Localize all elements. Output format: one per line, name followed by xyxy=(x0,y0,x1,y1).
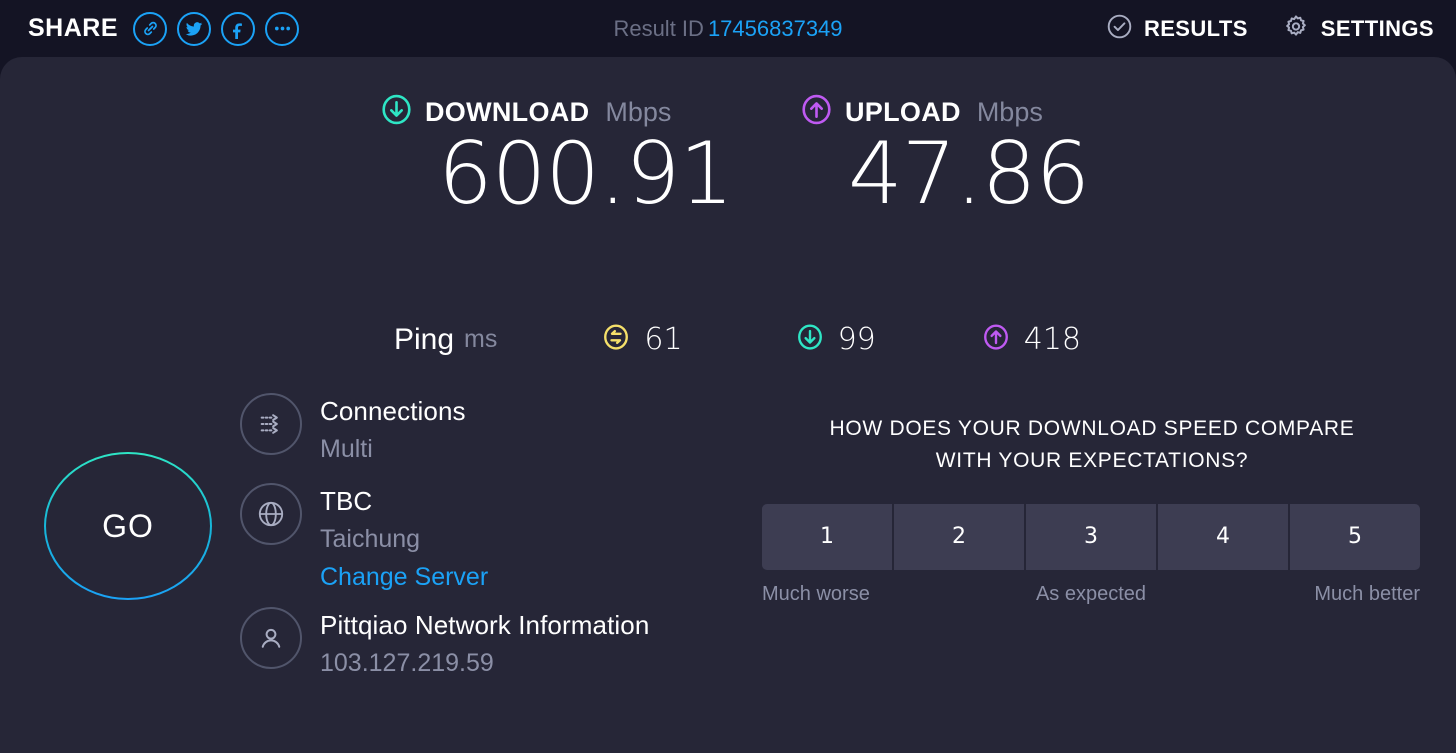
upload-value: 47.86 xyxy=(848,124,1090,224)
download-title: DOWNLOAD xyxy=(425,96,590,127)
upload-arrow-icon xyxy=(800,93,833,131)
results-button[interactable]: RESULTS xyxy=(1106,13,1248,45)
download-value: 600.91 xyxy=(438,124,734,224)
connections-row: Connections Multi xyxy=(240,391,710,467)
ping-idle: 61 xyxy=(601,322,683,357)
twitter-icon[interactable] xyxy=(177,11,212,46)
server-text: TBC Taichung Change Server xyxy=(320,481,488,595)
share-group: SHARE xyxy=(28,11,300,46)
rating-option-2[interactable]: 2 xyxy=(894,503,1026,570)
rating-bar: 1 2 3 4 5 xyxy=(762,503,1420,570)
provider-name: Pittqiao Network Information xyxy=(320,610,650,641)
upload-title: UPLOAD xyxy=(845,96,961,127)
ping-upload-value: 418 xyxy=(1023,322,1082,357)
expectation-survey: HOW DOES YOUR DOWNLOAD SPEED COMPARE WIT… xyxy=(762,413,1422,606)
share-label: SHARE xyxy=(28,14,119,42)
check-circle-icon xyxy=(1106,13,1133,45)
ping-upload: 418 xyxy=(981,322,1081,357)
ping-download-value: 99 xyxy=(837,322,876,357)
rating-legend: Much worse As expected Much better xyxy=(762,583,1420,606)
rating-legend-expected: As expected xyxy=(1035,582,1147,605)
download-block: DOWNLOAD Mbps 600.91 xyxy=(380,93,800,219)
person-icon xyxy=(240,607,302,670)
connections-value: Multi xyxy=(320,434,373,463)
result-id-label: Result ID xyxy=(613,15,704,41)
survey-question: HOW DOES YOUR DOWNLOAD SPEED COMPARE WIT… xyxy=(762,413,1422,477)
go-button[interactable]: GO xyxy=(44,452,212,600)
link-icon[interactable] xyxy=(133,11,168,46)
result-id-value[interactable]: 17456837349 xyxy=(708,16,843,41)
results-panel: DOWNLOAD Mbps 600.91 UPLOAD Mbps 47.86 P… xyxy=(0,57,1456,753)
rating-option-1[interactable]: 1 xyxy=(762,503,894,570)
connection-info-list: Connections Multi TBC Taichung Change Se… xyxy=(240,391,710,688)
server-location: Taichung xyxy=(320,525,421,554)
rating-option-3[interactable]: 3 xyxy=(1026,503,1158,570)
results-label: RESULTS xyxy=(1143,15,1248,41)
change-server-link[interactable]: Change Server xyxy=(320,560,488,596)
more-options-icon[interactable] xyxy=(265,11,300,46)
provider-row: Pittqiao Network Information 103.127.219… xyxy=(240,605,710,681)
provider-text: Pittqiao Network Information 103.127.219… xyxy=(320,605,649,681)
gear-icon xyxy=(1282,12,1310,45)
multi-connection-icon xyxy=(240,393,302,455)
rating-option-4[interactable]: 4 xyxy=(1158,503,1290,570)
download-latency-icon xyxy=(795,322,825,357)
server-row: TBC Taichung Change Server xyxy=(240,481,710,595)
download-arrow-icon xyxy=(380,93,413,131)
app-header: SHARE Result ID 17456837349 RESULTS SETT… xyxy=(0,0,1456,57)
upload-block: UPLOAD Mbps 47.86 xyxy=(800,93,1120,219)
ping-unit: ms xyxy=(464,325,498,353)
ping-download: 99 xyxy=(795,322,876,357)
speed-readouts: DOWNLOAD Mbps 600.91 UPLOAD Mbps 47.86 xyxy=(0,93,1120,219)
ping-label: Ping xyxy=(394,322,455,356)
settings-label: SETTINGS xyxy=(1320,15,1434,41)
provider-ip: 103.127.219.59 xyxy=(320,649,494,678)
ping-row: Ping ms 61 99 418 xyxy=(394,322,1081,357)
connections-title: Connections xyxy=(320,396,466,426)
go-button-label: GO xyxy=(102,507,154,544)
upload-unit: Mbps xyxy=(976,96,1043,127)
header-actions: RESULTS SETTINGS xyxy=(1106,12,1434,45)
facebook-icon[interactable] xyxy=(221,11,256,46)
rating-legend-better: Much better xyxy=(1314,582,1420,605)
globe-icon xyxy=(240,483,302,546)
settings-button[interactable]: SETTINGS xyxy=(1282,12,1434,45)
survey-question-line1: HOW DOES YOUR DOWNLOAD SPEED COMPARE xyxy=(829,417,1355,440)
connections-text: Connections Multi xyxy=(320,391,466,467)
server-name: TBC xyxy=(320,486,373,517)
upload-latency-icon xyxy=(981,322,1011,357)
rating-option-5[interactable]: 5 xyxy=(1290,504,1420,570)
rating-legend-worse: Much worse xyxy=(762,582,870,605)
download-unit: Mbps xyxy=(605,96,672,127)
survey-question-line2: WITH YOUR EXPECTATIONS? xyxy=(935,448,1249,472)
ping-idle-value: 61 xyxy=(644,322,683,357)
idle-latency-icon xyxy=(601,322,631,357)
